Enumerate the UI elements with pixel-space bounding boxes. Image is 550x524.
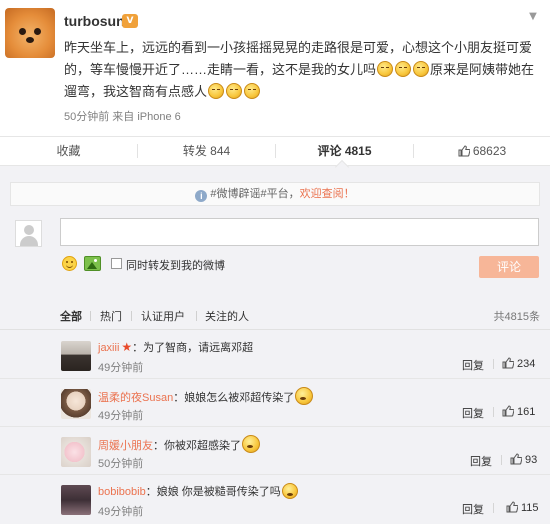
thumb-up-icon <box>510 453 522 465</box>
comment-input[interactable] <box>60 218 539 246</box>
emoji-icon <box>244 83 261 99</box>
post-content-line: 的，等车慢慢开近了……走睛一看，这不是我的女儿吗 <box>64 62 377 77</box>
comment-text: 温柔的夜Susan：娘娘怎么被邓超传染了 <box>98 387 314 405</box>
emoji-icon <box>226 83 243 99</box>
post-action-bar: 收藏 转发 844 评论 4815 68623 <box>0 136 550 166</box>
chevron-down-icon[interactable]: ▼ <box>526 10 540 24</box>
post-content-line: 原来是阿姨带她在 <box>430 62 535 77</box>
filter-following[interactable]: 关注的人 <box>205 308 249 324</box>
comment-total: 共4815条 <box>493 311 540 323</box>
commenter-avatar[interactable] <box>61 389 91 419</box>
divider <box>493 503 494 513</box>
filter-verified[interactable]: 认证用户 <box>141 308 185 324</box>
reply-button[interactable]: 回复 <box>470 453 492 469</box>
comment-like-button[interactable]: 93 <box>510 453 537 466</box>
vip-badge-icon[interactable]: V <box>122 14 138 28</box>
comment-like-button[interactable]: 234 <box>502 357 535 370</box>
image-icon[interactable] <box>84 256 101 271</box>
post-content-line: 昨天坐车上，远远的看到一小孩摇摇晃晃的走路很是可爱，心想这个小朋友挺可爱 <box>64 40 533 55</box>
filter-all[interactable]: 全部 <box>60 308 82 324</box>
comment-time: 49分钟前 <box>98 506 144 518</box>
comment-like-button[interactable]: 115 <box>506 501 539 514</box>
emoji-icon <box>281 483 298 499</box>
rumor-notice-link[interactable]: 欢迎查阅！ <box>300 188 355 200</box>
author-avatar[interactable] <box>5 8 55 58</box>
comment-like-button[interactable]: 161 <box>502 405 535 418</box>
post-content-line: 遛弯，我这智商有点感人 <box>64 84 208 99</box>
comment-item: bobibobib：娘娘 你是被糙哥传染了吗 49分钟前 回复 115 <box>0 475 550 523</box>
submit-comment-button[interactable]: 评论 <box>479 256 539 278</box>
author-username[interactable]: turbosun <box>64 13 125 29</box>
commenter-avatar[interactable] <box>61 341 91 371</box>
commenter-name[interactable]: 周媛小朋友 <box>98 440 153 452</box>
comment-text: bobibobib：娘娘 你是被糙哥传染了吗 <box>98 483 298 499</box>
reply-button[interactable]: 回复 <box>462 357 484 373</box>
comment-like-count: 161 <box>517 406 536 418</box>
thumb-up-icon <box>506 501 518 513</box>
thumb-up-icon <box>502 405 514 417</box>
comment-like-count: 115 <box>521 502 539 514</box>
commenter-name[interactable]: jaxiii <box>98 342 119 354</box>
thumb-up-icon <box>502 357 514 369</box>
comment-body: ：为了智商，请远离邓超 <box>132 342 254 354</box>
emoji-icon <box>377 61 394 77</box>
commenter-avatar[interactable] <box>61 485 91 515</box>
reply-button[interactable]: 回复 <box>462 405 484 421</box>
smile-icon[interactable] <box>62 256 77 271</box>
divider <box>493 407 494 417</box>
comment-tab-button[interactable]: 评论 4815 <box>276 137 413 165</box>
commenter-avatar[interactable] <box>61 437 91 467</box>
comment-text: 周媛小朋友：你被邓超感染了 <box>98 435 260 453</box>
comment-like-count: 93 <box>525 454 538 466</box>
comment-body: ：你被邓超感染了 <box>153 440 241 452</box>
comment-section: i #微博辟谣#平台，欢迎查阅！ 同时转发到我的微博 评论 全部 热门 认证用户 … <box>0 166 550 524</box>
divider <box>196 311 197 321</box>
comment-time: 49分钟前 <box>98 362 144 374</box>
comment-item: jaxiii ★：为了智商，请远离邓超 49分钟前 回复 234 <box>0 331 550 379</box>
like-button[interactable]: 68623 <box>414 137 550 165</box>
emoji-icon <box>413 61 430 77</box>
divider <box>501 455 502 465</box>
commenter-name[interactable]: 温柔的夜Susan <box>98 392 173 404</box>
comment-item: 温柔的夜Susan：娘娘怎么被邓超传染了 49分钟前 回复 161 <box>0 379 550 427</box>
comment-like-count: 234 <box>517 358 536 370</box>
favorite-button[interactable]: 收藏 <box>0 137 137 165</box>
emoji-icon <box>208 83 225 99</box>
commenter-name[interactable]: bobibobib <box>98 486 146 498</box>
post-meta: 50分钟前 来自 iPhone 6 <box>64 111 181 123</box>
repost-checkbox[interactable] <box>111 258 122 269</box>
divider <box>493 359 494 369</box>
emoji-icon <box>242 435 260 453</box>
comment-text: jaxiii ★：为了智商，请远离邓超 <box>98 339 253 355</box>
repost-button[interactable]: 转发 844 <box>138 137 275 165</box>
rumor-notice-text: #微博辟谣#平台， <box>210 188 300 200</box>
comment-filter-bar: 全部 热门 认证用户 关注的人 共4815条 <box>0 302 550 330</box>
comment-item: 周媛小朋友：你被邓超感染了 50分钟前 回复 93 <box>0 427 550 475</box>
divider <box>90 311 91 321</box>
my-avatar <box>15 220 42 247</box>
filter-hot[interactable]: 热门 <box>100 308 122 324</box>
star-icon: ★ <box>121 340 133 354</box>
weibo-post: turbosun V ▼ 昨天坐车上，远远的看到一小孩摇摇晃晃的走路很是可爱，心… <box>0 0 550 130</box>
rumor-notice: i #微博辟谣#平台，欢迎查阅！ <box>10 182 540 206</box>
comment-body: ：娘娘怎么被邓超传染了 <box>173 392 295 404</box>
emoji-icon <box>395 61 412 77</box>
comment-time: 49分钟前 <box>98 410 144 422</box>
reply-button[interactable]: 回复 <box>462 501 484 517</box>
emoji-icon <box>295 387 314 405</box>
thumb-up-icon <box>458 145 470 157</box>
like-count: 68623 <box>472 144 507 158</box>
divider <box>131 311 132 321</box>
info-icon: i <box>195 190 208 202</box>
comment-body: ：娘娘 你是被糙哥传染了吗 <box>145 486 281 498</box>
post-content: 昨天坐车上，远远的看到一小孩摇摇晃晃的走路很是可爱，心想这个小朋友挺可爱 的，等… <box>64 37 546 103</box>
repost-checkbox-label[interactable]: 同时转发到我的微博 <box>126 257 225 273</box>
comment-time: 50分钟前 <box>98 458 144 470</box>
